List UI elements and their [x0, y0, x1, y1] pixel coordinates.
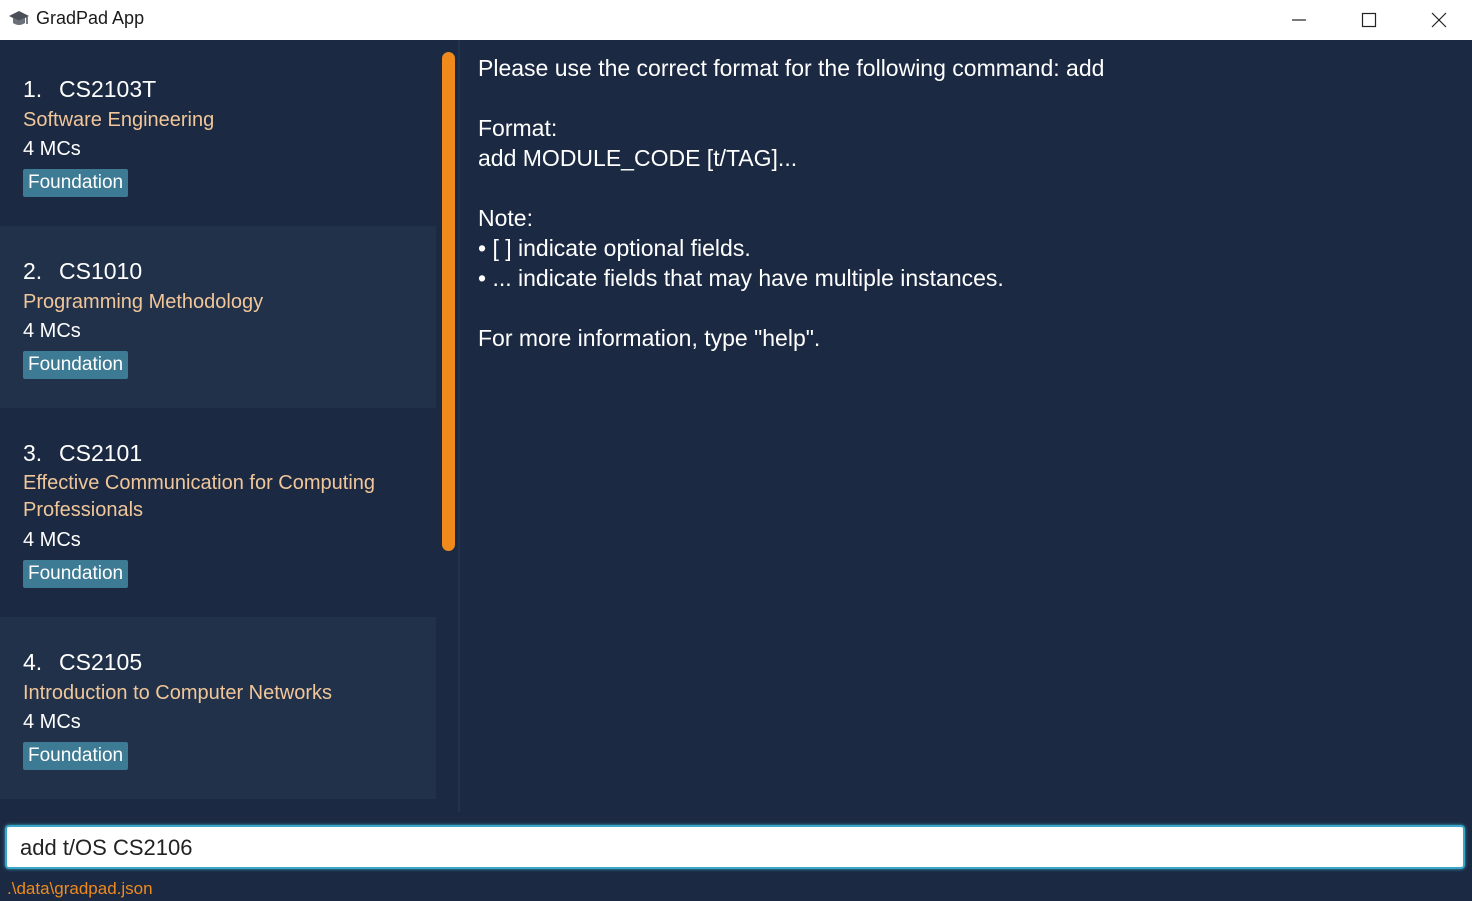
- result-line: add MODULE_CODE [t/TAG]...: [478, 145, 798, 171]
- module-title: Programming Methodology: [23, 291, 264, 313]
- module-tag: Foundation: [23, 560, 129, 588]
- result-text: Please use the correct format for the fo…: [478, 53, 1104, 353]
- result-line: • ... indicate fields that may have mult…: [478, 265, 1004, 291]
- module-tag: Foundation: [23, 169, 129, 197]
- module-mcs: 4 MCs: [23, 711, 81, 733]
- status-bar-file-path: .\data\gradpad.json: [7, 879, 153, 898]
- module-title: Software Engineering: [23, 109, 215, 131]
- result-line: Please use the correct format for the fo…: [478, 55, 1105, 81]
- window-title: GradPad App: [36, 8, 145, 28]
- maximize-icon: [1361, 12, 1377, 28]
- result-line: [478, 173, 1104, 203]
- module-index: 1.: [23, 76, 43, 102]
- module-index: 3.: [23, 440, 43, 466]
- module-card[interactable]: 3. CS2101 Effective Communication for Com…: [0, 408, 436, 617]
- module-mcs: 4 MCs: [23, 138, 81, 160]
- module-list[interactable]: 1. CS2103T Software Engineering 4 MCs Fou…: [0, 40, 436, 812]
- module-mcs: 4 MCs: [23, 320, 81, 342]
- module-title: Effective Communication for Computing Pr…: [23, 472, 376, 521]
- result-line: Note:: [478, 205, 533, 231]
- module-code: CS2105: [59, 649, 143, 675]
- module-header: 4. CS2105: [23, 649, 142, 676]
- module-title: Introduction to Computer Networks: [23, 682, 333, 704]
- result-line: Format:: [478, 115, 558, 141]
- module-card[interactable]: 4. CS2105 Introduction to Computer Networ…: [0, 617, 436, 799]
- close-button[interactable]: [1404, 0, 1472, 40]
- module-index: 2.: [23, 258, 43, 284]
- result-line: • [ ] indicate optional fields.: [478, 235, 751, 261]
- module-header: 3. CS2101: [23, 440, 142, 467]
- minimize-icon: [1292, 19, 1306, 21]
- module-tag: Foundation: [23, 742, 129, 770]
- result-line: For more information, type "help".: [478, 325, 821, 351]
- module-index: 4.: [23, 649, 43, 675]
- result-line: [478, 83, 1104, 113]
- module-code: CS2101: [59, 440, 143, 466]
- command-area: [0, 812, 1472, 877]
- module-list-scrollbar-thumb[interactable]: [442, 52, 455, 551]
- maximize-button[interactable]: [1334, 0, 1404, 40]
- module-header: 2. CS1010: [23, 258, 142, 285]
- title-bar: GradPad App: [0, 0, 1472, 40]
- graduation-cap-icon: [8, 8, 30, 30]
- module-mcs: 4 MCs: [23, 529, 81, 551]
- result-display: Please use the correct format for the fo…: [460, 40, 1472, 812]
- minimize-button[interactable]: [1264, 0, 1334, 40]
- module-card[interactable]: 2. CS1010 Programming Methodology 4 MCs F…: [0, 226, 436, 408]
- module-tag: Foundation: [23, 351, 129, 379]
- module-code: CS2103T: [59, 76, 157, 102]
- command-box[interactable]: [5, 825, 1465, 869]
- close-icon: [1431, 12, 1447, 28]
- module-code: CS1010: [59, 258, 143, 284]
- module-header: 1. CS2103T: [23, 76, 156, 103]
- command-input[interactable]: [20, 835, 1440, 861]
- result-line: [478, 293, 1104, 323]
- module-card[interactable]: 1. CS2103T Software Engineering 4 MCs Fou…: [0, 40, 436, 226]
